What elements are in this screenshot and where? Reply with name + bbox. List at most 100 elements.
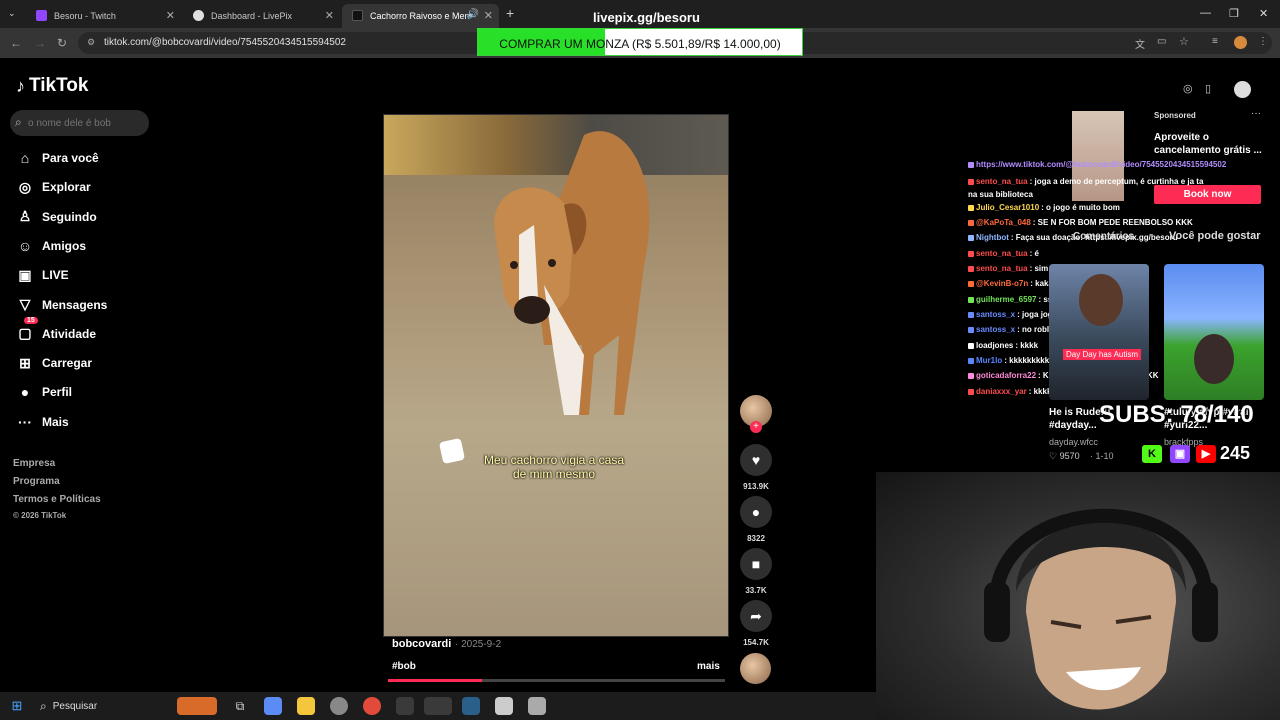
restore-icon[interactable]: ❐: [1229, 7, 1239, 20]
nav-item-label: Amigos: [42, 238, 87, 253]
nav-item-explorar[interactable]: ◎ Explorar: [16, 176, 91, 198]
nav-item-live[interactable]: ▣ LIVE: [16, 264, 68, 286]
home-icon: ⌂: [20, 150, 30, 166]
nav-item-label: Atividade: [42, 326, 97, 341]
tab-list-icon[interactable]: ⌄: [8, 8, 16, 19]
search-input[interactable]: [28, 113, 146, 133]
file-explorer-icon[interactable]: [297, 697, 315, 715]
nav-item-perfil[interactable]: ● Perfil: [16, 381, 72, 403]
compass-icon: ◎: [18, 178, 32, 195]
share-icon[interactable]: ➦: [740, 600, 772, 632]
app-icon[interactable]: [495, 697, 513, 715]
chat-text: : SE N FOR BOM PEDE REENBOLSO KKK: [1032, 218, 1193, 227]
ad-title[interactable]: Aproveite o cancelamento grátis ...: [1154, 131, 1264, 157]
donation-goal-bar: COMPRAR UM MONZA (R$ 5.501,89/R$ 14.000,…: [477, 28, 803, 56]
footer-link-programa[interactable]: Programa: [13, 476, 60, 487]
sound-disc-avatar[interactable]: [740, 653, 771, 684]
cast-icon[interactable]: ▭: [1157, 36, 1166, 47]
chat-badge-icon: [968, 219, 974, 226]
news-widget-icon[interactable]: [177, 697, 217, 715]
share-count: 154.7K: [743, 638, 769, 647]
heart-icon[interactable]: ♥: [740, 444, 772, 476]
app-icon[interactable]: [528, 697, 546, 715]
video-author[interactable]: bobcovardi: [392, 638, 451, 650]
copilot-icon[interactable]: [264, 697, 282, 715]
follow-plus-icon[interactable]: +: [750, 421, 762, 433]
profile-avatar-icon[interactable]: [1234, 36, 1247, 49]
forward-icon[interactable]: →: [34, 36, 46, 50]
overlay-donation-url: livepix.gg/besoru: [593, 10, 700, 25]
search-bar[interactable]: ⌕: [10, 110, 149, 136]
new-tab-button[interactable]: +: [506, 5, 514, 21]
tiktok-favicon-icon: [352, 10, 363, 21]
chrome-active-icon[interactable]: [424, 697, 452, 715]
device-icon[interactable]: ▯: [1205, 82, 1219, 96]
tab-voce-pode-gostar[interactable]: Você pode gostar: [1169, 230, 1260, 242]
site-info-icon[interactable]: ⚙: [87, 37, 95, 48]
comment-icon[interactable]: ●: [740, 496, 772, 528]
back-icon[interactable]: ←: [10, 36, 22, 50]
card-overlay-text: Day Day has Autism: [1063, 349, 1142, 360]
tab-livepix[interactable]: Dashboard - LivePix ✕: [183, 4, 340, 28]
explore-icon[interactable]: ◎: [1183, 82, 1197, 96]
tab-twitch[interactable]: Besoru - Twitch ✕: [26, 4, 181, 28]
close-tab-icon[interactable]: ✕: [325, 9, 334, 22]
chat-username: santoss_x: [976, 325, 1016, 334]
bookmark-star-icon[interactable]: ☆: [1179, 35, 1189, 48]
tab-tiktok[interactable]: Cachorro Raivoso e Memes 🔊 ✕: [342, 4, 499, 28]
card-likes: ♡ 9570: [1049, 451, 1080, 461]
recommended-card[interactable]: Day Day has Autism: [1049, 264, 1149, 400]
tiktok-logo[interactable]: ♪ TikTok: [16, 75, 88, 97]
nav-item-amigos[interactable]: ☺ Amigos: [16, 235, 86, 257]
chat-text: : kkkk: [1015, 341, 1039, 350]
menu-kebab-icon[interactable]: ⋮: [1258, 36, 1268, 47]
person-thumbnail: [1079, 274, 1123, 326]
ad-more-icon[interactable]: ···: [1251, 108, 1261, 119]
audio-playing-icon[interactable]: 🔊: [467, 9, 479, 20]
footer-link-empresa[interactable]: Empresa: [13, 458, 55, 469]
more-button[interactable]: mais: [697, 661, 720, 672]
card-author[interactable]: dayday.wfcc: [1049, 437, 1098, 447]
close-window-icon[interactable]: ✕: [1259, 7, 1268, 20]
close-tab-icon[interactable]: ✕: [484, 9, 493, 22]
steam-icon[interactable]: [462, 697, 480, 715]
footer-link-termos[interactable]: Termos e Políticas: [13, 494, 101, 505]
translate-icon[interactable]: 文: [1135, 36, 1145, 51]
video-player[interactable]: Meu cachorro vigia a casa de mim mesmo: [383, 114, 729, 637]
video-progress-bar[interactable]: [388, 679, 725, 682]
more-icon: ···: [18, 413, 32, 430]
obs-icon[interactable]: [330, 697, 348, 715]
search-icon[interactable]: ⌕: [15, 115, 22, 130]
video-date: · 2025-9-2: [455, 639, 502, 650]
chat-message: sento_na_tua: joga a demo de perceptum, …: [968, 175, 1204, 201]
minimize-icon[interactable]: —: [1200, 7, 1211, 19]
tab-comentarios[interactable]: Comentários: [1073, 231, 1134, 242]
profile-avatar-icon[interactable]: [1234, 81, 1251, 98]
caption-line: de mim mesmo: [512, 467, 595, 481]
recommended-card[interactable]: [1164, 264, 1264, 400]
nav-item-para-voc-[interactable]: ⌂ Para você: [16, 147, 99, 169]
nav-item-seguindo[interactable]: ♙ Seguindo: [16, 206, 97, 228]
chat-badge-icon: [968, 342, 974, 349]
nav-item-carregar[interactable]: ⊞ Carregar: [16, 352, 92, 374]
nav-item-mais[interactable]: ··· Mais: [16, 411, 69, 433]
taskbar-search[interactable]: ⌕ Pesquisar: [34, 695, 174, 717]
tab-title: Besoru - Twitch: [54, 11, 116, 21]
app-icon[interactable]: [396, 697, 414, 715]
reload-icon[interactable]: ↻: [57, 36, 67, 50]
chrome-icon[interactable]: [363, 697, 381, 715]
nav-item-mensagens[interactable]: ▽ Mensagens: [16, 294, 108, 316]
nav-item-atividade[interactable]: ▢ 15 Atividade: [16, 316, 97, 345]
chat-username: goticadaforra22: [976, 371, 1037, 380]
chat-badge-icon: [968, 311, 974, 318]
video-caption: Meu cachorro vigia a casa de mim mesmo: [444, 453, 664, 481]
video-hashtag[interactable]: #bob: [392, 661, 416, 672]
task-view-icon[interactable]: ⧉: [231, 697, 249, 715]
media-control-icon[interactable]: ≡: [1212, 36, 1218, 47]
subs-goal-overlay: SUBS: 78/140: [1099, 401, 1254, 428]
bookmark-icon[interactable]: ■: [740, 548, 772, 580]
close-tab-icon[interactable]: ✕: [166, 9, 175, 22]
windows-start-icon[interactable]: ⊞: [8, 697, 26, 715]
nav-item-label: Mais: [42, 414, 69, 429]
sponsored-label: Sponsored: [1154, 111, 1196, 120]
